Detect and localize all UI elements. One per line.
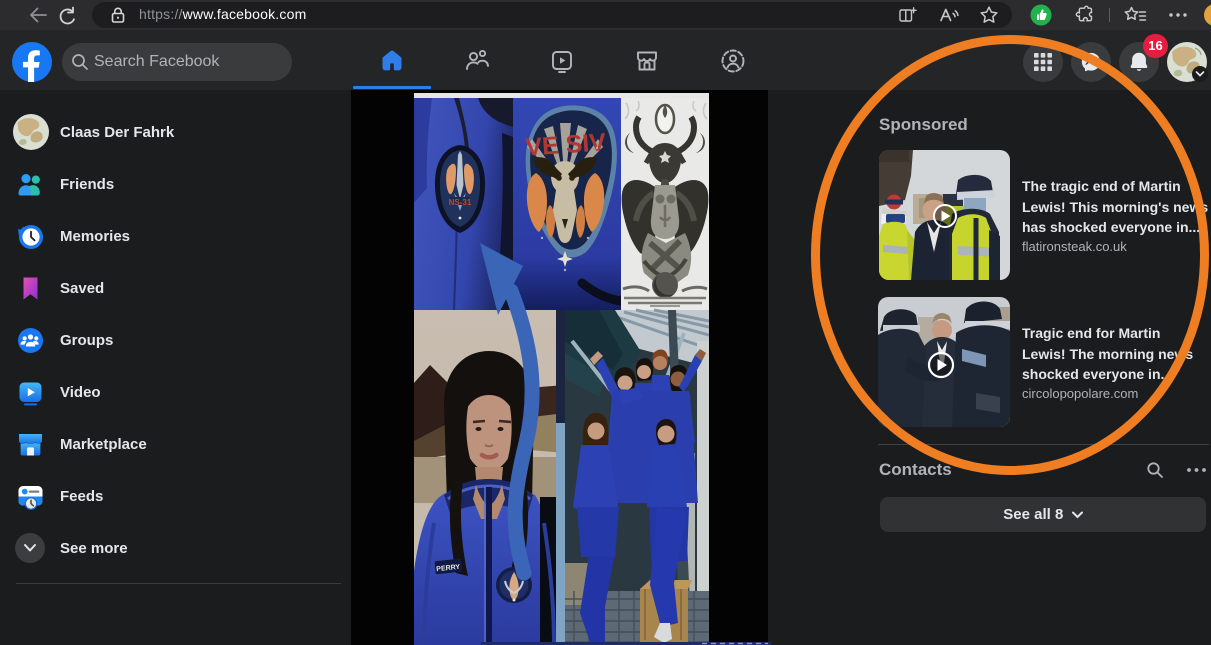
- svg-text:VE SIV: VE SIV: [524, 128, 607, 162]
- svg-text:NS-31: NS-31: [449, 198, 472, 207]
